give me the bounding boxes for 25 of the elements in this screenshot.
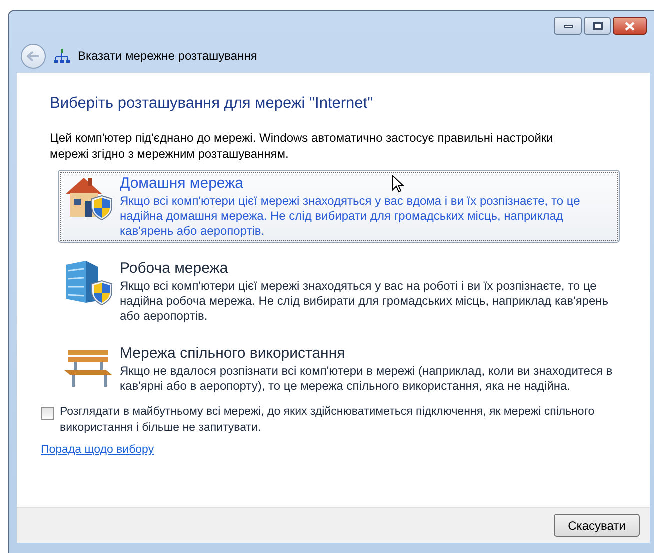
mouse-cursor-icon: [392, 175, 404, 193]
network-option[interactable]: Робоча мережа Якщо всі комп'ютери цієї мережі знаходяться у вас на роботі і ви їх розпізнаєте, то це надійна робоча мережа. Не слід вибирати для громадських місць, наприклад кав'ярень або аеропортів.: [58, 255, 620, 328]
network-option[interactable]: Мережа спільного використання Якщо не вдалося розпізнати всі комп'ютери в мережі (наприклад, коли ви знаходитеся в кав'ярні або в аеропорту), то це мережа спільного використання, яка не надійна.: [58, 340, 620, 398]
checkbox[interactable]: [41, 407, 54, 420]
window-title: Вказати мережне розташування: [78, 48, 258, 65]
maximize-button[interactable]: [584, 17, 611, 35]
close-icon: [625, 22, 635, 30]
option-title: Робоча мережа: [120, 259, 228, 279]
cancel-button[interactable]: Скасувати: [554, 514, 640, 537]
network-icon: [54, 49, 70, 63]
option-description: Якщо всі комп'ютери цієї мережі знаходяться у вас вдома і ви їх розпізнаєте, то це надійна домашня мережа. Не слід вибирати для громадських місць, наприклад кав'ярень або аеропортів.: [120, 194, 582, 239]
close-button[interactable]: [613, 17, 647, 35]
maximize-icon: [592, 22, 602, 30]
intro-text: Цей комп'ютер під'єднано до мережі. Windows автоматично застосує правильні настройки мережі згідно з мережним розташуванням.: [50, 130, 554, 162]
page-heading: Виберіть розташування для мережі "Internet": [50, 94, 374, 114]
option-title: Мережа спільного використання: [120, 344, 346, 364]
option-title: Домашня мережа: [120, 174, 244, 194]
minimize-button[interactable]: [554, 17, 582, 35]
option-description: Якщо всі комп'ютери цієї мережі знаходяться у вас на роботі і ви їх розпізнаєте, то це надійна робоча мережа. Не слід вибирати для громадських місць, наприклад кав'ярень або аеропортів.: [120, 279, 610, 324]
network-option[interactable]: Домашня мережа Якщо всі комп'ютери цієї мережі знаходяться у вас вдома і ви їх розпізнаєте, то це надійна домашня мережа. Не слід вибирати для громадських місць, наприклад кав'ярень або аеропортів.: [58, 170, 620, 243]
back-arrow-icon: [27, 50, 40, 62]
option-description: Якщо не вдалося розпізнати всі комп'ютери в мережі (наприклад, коли ви знаходитеся в кав'ярні або в аеропорту), то це мережа спільного використання, яка не надійна.: [120, 364, 614, 394]
checkbox-label: Розглядати в майбутньому всі мережі, до яких здійснюватиметься підключення, як мережі спільного використання і більше не запитувати.: [60, 405, 596, 436]
minimize-icon: [564, 24, 572, 28]
help-link[interactable]: Порада щодо вибору: [41, 442, 154, 460]
